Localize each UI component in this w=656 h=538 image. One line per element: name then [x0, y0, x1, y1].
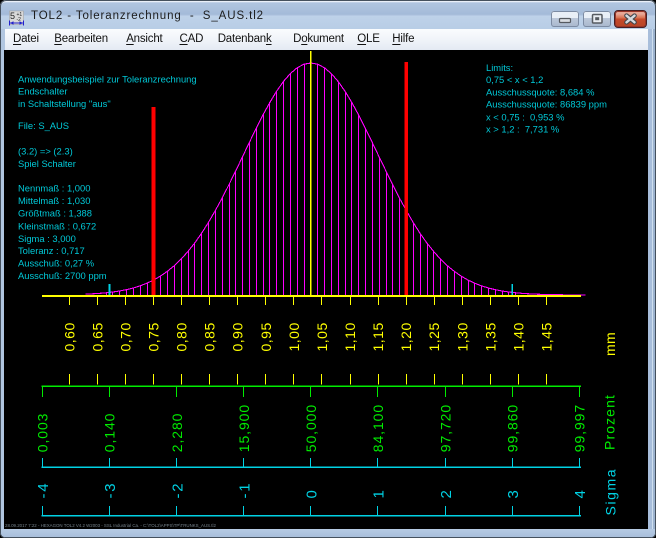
- svg-text:Spiel Schalter: Spiel Schalter: [18, 158, 76, 169]
- svg-text:4: 4: [572, 488, 589, 498]
- svg-text:99,997: 99,997: [572, 404, 588, 452]
- svg-text:0,90: 0,90: [230, 322, 246, 351]
- svg-text:x > 1,2 : 7,731 %: x > 1,2 : 7,731 %: [486, 124, 559, 135]
- svg-text:1,30: 1,30: [454, 322, 470, 351]
- svg-text:Ausschussquote: 8,684 %: Ausschussquote: 8,684 %: [486, 87, 594, 98]
- svg-text:Endschalter: Endschalter: [18, 86, 68, 97]
- svg-text:-3: -3: [102, 482, 119, 499]
- svg-text:1,00: 1,00: [286, 322, 302, 351]
- svg-text:Ausschuß: 2700 ppm: Ausschuß: 2700 ppm: [18, 270, 107, 281]
- svg-text:(3.2) => (2.3): (3.2) => (2.3): [18, 146, 73, 157]
- svg-text:3: 3: [505, 488, 522, 498]
- svg-text:Größtmaß : 1,388: Größtmaß : 1,388: [18, 208, 92, 219]
- svg-text:0: 0: [304, 488, 321, 498]
- svg-text:in Schaltstellung "aus": in Schaltstellung "aus": [18, 98, 111, 109]
- svg-text:2,280: 2,280: [169, 413, 185, 453]
- svg-text:0,95: 0,95: [258, 322, 274, 351]
- svg-text:0,75: 0,75: [146, 322, 162, 351]
- svg-text:Prozent: Prozent: [602, 394, 618, 450]
- svg-text:1,15: 1,15: [370, 322, 386, 351]
- svg-text:1,40: 1,40: [510, 322, 526, 351]
- svg-text:1,10: 1,10: [342, 322, 358, 351]
- svg-text:0,60: 0,60: [61, 322, 77, 351]
- svg-text:0,140: 0,140: [102, 413, 118, 453]
- svg-text:15,900: 15,900: [236, 404, 252, 452]
- svg-text:0,85: 0,85: [202, 322, 218, 351]
- svg-text:84,100: 84,100: [370, 404, 386, 452]
- svg-text:50,000: 50,000: [303, 404, 319, 452]
- svg-text:1: 1: [371, 488, 388, 498]
- svg-text:Ausschuß: 0,27 %: Ausschuß: 0,27 %: [18, 257, 94, 268]
- svg-text:0,70: 0,70: [117, 322, 133, 351]
- svg-text:28.09.2017 7:22 - HEXAGON TOL2: 28.09.2017 7:22 - HEXAGON TOL2 V4.2 W200…: [5, 523, 216, 528]
- svg-text:-1: -1: [236, 482, 253, 499]
- svg-text:1,05: 1,05: [314, 322, 330, 351]
- svg-text:Mittelmaß : 1,030: Mittelmaß : 1,030: [18, 195, 90, 206]
- svg-text:0,75 < x < 1,2: 0,75 < x < 1,2: [486, 74, 543, 85]
- svg-text:Sigma : 3,000: Sigma : 3,000: [18, 233, 76, 244]
- svg-text:Kleinstmaß : 0,672: Kleinstmaß : 0,672: [18, 220, 96, 231]
- svg-text:Nennmaß : 1,000: Nennmaß : 1,000: [18, 183, 90, 194]
- svg-text:Limits:: Limits:: [486, 62, 513, 73]
- svg-text:1,35: 1,35: [482, 322, 498, 351]
- svg-text:Anwendungsbeispiel zur Toleran: Anwendungsbeispiel zur Toleranzrechnung: [18, 73, 197, 84]
- svg-text:5: 5: [10, 11, 15, 21]
- svg-text:0,80: 0,80: [174, 322, 190, 351]
- svg-text:Ausschussquote: 86839 ppm: Ausschussquote: 86839 ppm: [486, 99, 607, 110]
- svg-text:0,65: 0,65: [89, 322, 105, 351]
- svg-text:0,003: 0,003: [35, 413, 51, 453]
- svg-text:Toleranz : 0,717: Toleranz : 0,717: [18, 245, 85, 256]
- svg-text:File: S_AUS: File: S_AUS: [18, 120, 69, 131]
- svg-text:1,20: 1,20: [398, 322, 414, 351]
- svg-text:-2: -2: [169, 482, 186, 499]
- svg-text:1,45: 1,45: [539, 322, 555, 351]
- svg-text:x < 0,75 : 0,953 %: x < 0,75 : 0,953 %: [486, 111, 564, 122]
- svg-text:2: 2: [438, 488, 455, 498]
- svg-text:97,720: 97,720: [437, 404, 453, 452]
- svg-text:1,25: 1,25: [426, 322, 442, 351]
- svg-text:Sigma: Sigma: [603, 468, 619, 516]
- svg-text:-4: -4: [35, 482, 52, 499]
- svg-text:99,860: 99,860: [505, 404, 521, 452]
- svg-text:mm: mm: [602, 332, 618, 356]
